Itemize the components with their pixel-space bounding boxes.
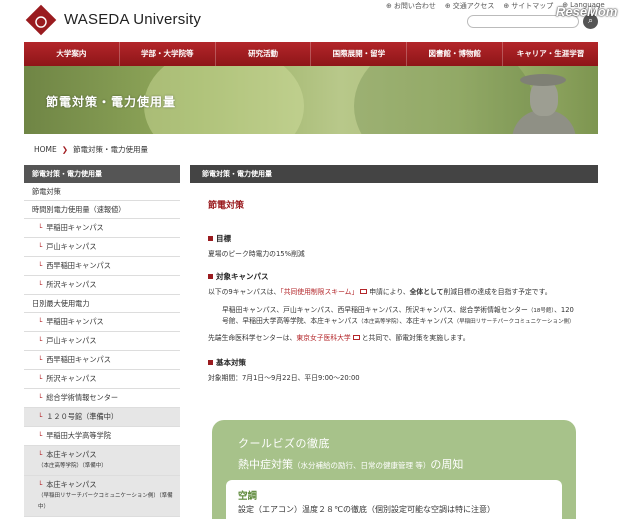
text: （本庄高等学院） bbox=[357, 319, 400, 325]
sidebar-item[interactable]: 早稲田大学高等学院 bbox=[24, 427, 180, 446]
text: （早稲田リサーチパークコミュニケーション側） bbox=[453, 319, 575, 325]
sidebar-item[interactable]: 所沢キャンパス bbox=[24, 370, 180, 389]
sidebar-item[interactable]: 本庄キャンパス （早稲田リサーチパークコミュニケーション側）（準備中） bbox=[24, 476, 180, 517]
sidebar-item[interactable]: 総合学術情報センター bbox=[24, 389, 180, 408]
global-nav: 大学案内 学部・大学院等 研究活動 国際展開・留学 図書館・博物館 キャリア・生… bbox=[24, 42, 598, 66]
joint-paragraph: 先端生命医科学センターは、東京女子医科大学 と共同で、節電対策を実施します。 bbox=[208, 333, 580, 343]
text: 、本庄キャンパス bbox=[399, 317, 454, 325]
sidebar-item-label: 西早稲田キャンパス bbox=[46, 355, 111, 364]
text: （水分補給の励行、日常の健康管理 等） bbox=[293, 461, 431, 470]
text: 熱中症対策 bbox=[238, 458, 293, 471]
sidebar-item-note: （早稲田リサーチパークコミュニケーション側）（準備中） bbox=[38, 493, 173, 510]
sidebar-item[interactable]: 早稲田キャンパス bbox=[24, 313, 180, 332]
sidebar-item[interactable]: 西早稲田キャンパス bbox=[24, 351, 180, 370]
logo-text[interactable]: WASEDA University bbox=[64, 11, 201, 28]
main-content: 節電対策・電力使用量 節電対策 目標 夏場のピーク時電力の15%削減 対象キャン… bbox=[190, 165, 598, 519]
sidebar-item-label: 総合学術情報センター bbox=[46, 393, 119, 402]
external-link-icon bbox=[352, 335, 360, 340]
nav-international[interactable]: 国際展開・留学 bbox=[311, 42, 408, 66]
sidebar-item-label: 早稲田大学高等学院 bbox=[46, 431, 111, 440]
sidebar-item[interactable]: 戸山キャンパス bbox=[24, 332, 180, 351]
external-link-icon bbox=[360, 289, 368, 294]
nav-research[interactable]: 研究活動 bbox=[216, 42, 312, 66]
goal-text: 夏場のピーク時電力の15%削減 bbox=[208, 250, 305, 258]
util-link-contact[interactable]: お問い合わせ bbox=[386, 1, 436, 11]
site-header: WASEDA University お問い合わせ 交通アクセス サイトマップ L… bbox=[0, 0, 640, 42]
sidebar-item[interactable]: 戸山キャンパス bbox=[24, 238, 180, 257]
sidebar-list: 節電対策時間別電力使用量（速報値）早稲田キャンパス戸山キャンパス西早稲田キャンパ… bbox=[24, 183, 180, 519]
sidebar-item[interactable]: 本庄キャンパス （本庄高等学院）（準備中） bbox=[24, 446, 180, 476]
sidebar-item-label: 節電対策 bbox=[32, 187, 61, 196]
banner-foliage bbox=[354, 66, 534, 134]
statue-image bbox=[520, 74, 566, 86]
sidebar-item[interactable]: １２０号館（準備中） bbox=[24, 408, 180, 427]
util-link-sitemap[interactable]: サイトマップ bbox=[503, 1, 553, 11]
period-text: 対象期間：7月1日〜9月22日、平日9:00〜20:00 bbox=[208, 374, 360, 382]
text: 早稲田キャンパス、戸山キャンパス、西早稲田キャンパス、所沢キャンパス、総合学術情… bbox=[222, 306, 528, 314]
target-paragraph: 以下の9キャンパスは、「共同使用制限スキーム」 申請により、全体として削減目標の達… bbox=[208, 287, 580, 297]
nav-library[interactable]: 図書館・博物館 bbox=[407, 42, 504, 66]
section-basic-heading: 基本対策 bbox=[208, 357, 580, 368]
nav-about[interactable]: 大学案内 bbox=[24, 42, 120, 66]
heatstroke-line: 熱中症対策（水分補給の励行、日常の健康管理 等）の周知 bbox=[238, 456, 463, 472]
aircon-text: 設定（エアコン）温度２８℃の徹底（個別設定可能な空調は特に注意） bbox=[238, 505, 495, 514]
sidebar-item-label: 西早稲田キャンパス bbox=[46, 261, 111, 270]
sidebar-item-label: 戸山キャンパス bbox=[46, 336, 97, 345]
sidebar-item-label: 本庄キャンパス bbox=[46, 450, 97, 459]
breadcrumb-home[interactable]: HOME bbox=[34, 145, 57, 154]
sidebar-item-label: 本庄キャンパス bbox=[46, 480, 97, 489]
breadcrumb-current: 節電対策・電力使用量 bbox=[73, 145, 149, 154]
sidebar-item[interactable]: 西早稲田キャンパス bbox=[24, 257, 180, 276]
text: 削減目標の達成を目指す予定です。 bbox=[443, 288, 552, 296]
breadcrumb-separator-icon: ❯ bbox=[61, 145, 69, 154]
campus-list: 早稲田キャンパス、戸山キャンパス、西早稲田キャンパス、所沢キャンパス、総合学術情… bbox=[208, 305, 580, 327]
banner-title: 節電対策・電力使用量 bbox=[46, 95, 177, 109]
nav-faculties[interactable]: 学部・大学院等 bbox=[120, 42, 216, 66]
text: の周知 bbox=[430, 458, 464, 471]
sidebar-item-label: 日別最大使用電力 bbox=[32, 299, 90, 308]
breadcrumb: HOME ❯ 節電対策・電力使用量 bbox=[34, 144, 148, 155]
coolbiz-title: クールビズの徹底 bbox=[238, 437, 330, 450]
sidebar-item-label: １２０号館（準備中） bbox=[46, 412, 119, 421]
sidebar-item[interactable]: 時間別電力使用量（速報値） bbox=[24, 201, 180, 219]
sidebar-item[interactable]: 早稲田キャンパス bbox=[24, 219, 180, 238]
twmu-link[interactable]: 東京女子医科大学 bbox=[296, 334, 350, 342]
sidebar-item-label: 時間別電力使用量（速報値） bbox=[32, 205, 126, 214]
coolbiz-box: クールビズの徹底 熱中症対策（水分補給の励行、日常の健康管理 等）の周知 空調 … bbox=[212, 420, 576, 519]
sidebar-item-label: 早稲田キャンパス bbox=[46, 317, 104, 326]
watermark-logo: ReseMom bbox=[556, 4, 618, 19]
aircon-panel: 空調 設定（エアコン）温度２８℃の徹底（個別設定可能な空調は特に注意） bbox=[226, 480, 562, 519]
page-title: 節電対策 bbox=[208, 201, 245, 211]
main-body: 節電対策 目標 夏場のピーク時電力の15%削減 対象キャンパス 以下の9キャンパ… bbox=[190, 198, 598, 383]
sidebar-item-label: 早稲田キャンパス bbox=[46, 223, 104, 232]
sidebar-heading[interactable]: 節電対策・電力使用量 bbox=[24, 165, 180, 183]
text: 先端生命医科学センターは、 bbox=[208, 334, 297, 342]
sidebar-item-label: 所沢キャンパス bbox=[46, 374, 97, 383]
section-goal-heading: 目標 bbox=[208, 233, 580, 244]
sidebar-item-label: 戸山キャンパス bbox=[46, 242, 97, 251]
page-banner: 節電対策・電力使用量 bbox=[24, 66, 598, 134]
sidebar-item[interactable]: 所沢キャンパス bbox=[24, 276, 180, 295]
main-heading: 節電対策・電力使用量 bbox=[190, 165, 598, 183]
sidebar-item-label: 所沢キャンパス bbox=[46, 280, 97, 289]
util-link-access[interactable]: 交通アクセス bbox=[445, 1, 495, 11]
text: （18号館） bbox=[527, 308, 555, 314]
sidebar: 節電対策・電力使用量 節電対策時間別電力使用量（速報値） 早稲田キャンパス戸山キャ… bbox=[24, 165, 180, 519]
text: 全体として bbox=[409, 288, 444, 296]
text: と共同で、節電対策を実施します。 bbox=[361, 334, 470, 342]
text: 申請により、 bbox=[369, 288, 410, 296]
text: 以下の9キャンパスは、 bbox=[208, 288, 281, 296]
section-target-heading: 対象キャンパス bbox=[208, 271, 580, 282]
nav-career[interactable]: キャリア・生涯学習 bbox=[503, 42, 598, 66]
sidebar-item[interactable]: 節電対策 bbox=[24, 183, 180, 201]
aircon-heading: 空調 bbox=[238, 491, 258, 502]
sidebar-item-note: （本庄高等学院）（準備中） bbox=[38, 463, 107, 469]
scheme-link[interactable]: 「共同使用制限スキーム」 bbox=[280, 288, 358, 296]
sidebar-item[interactable]: 日別最大使用電力 bbox=[24, 295, 180, 313]
waseda-logo-icon[interactable] bbox=[25, 4, 57, 36]
